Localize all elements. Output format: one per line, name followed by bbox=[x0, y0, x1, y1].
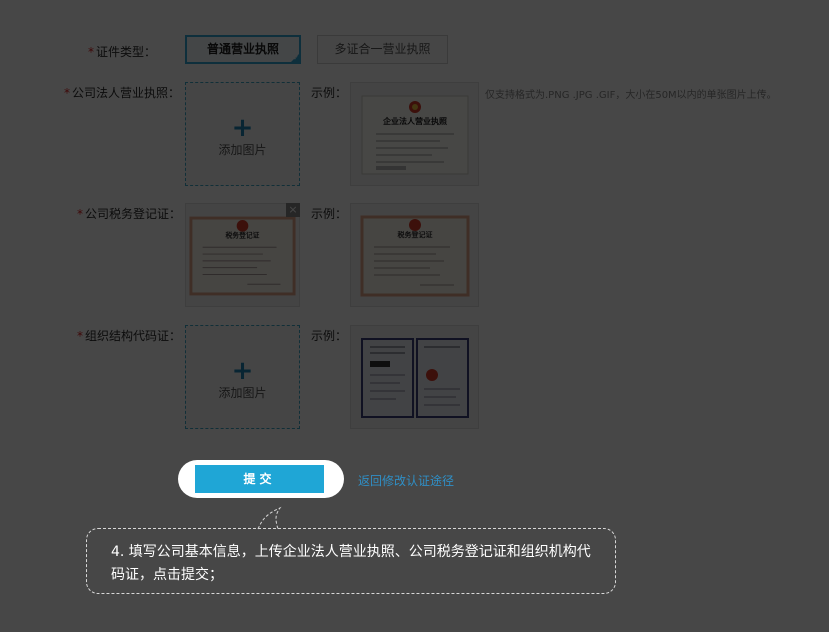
tax-sample-image: 税务登记证 bbox=[360, 215, 470, 297]
cert-type-label: * 证件类型： bbox=[88, 45, 157, 59]
tutorial-callout: 4. 填写公司基本信息，上传企业法人营业执照、公司税务登记证和组织机构代码证，点… bbox=[86, 528, 616, 594]
org-code-sample-image bbox=[361, 338, 469, 418]
business-license-example: 企业法人营业执照 bbox=[350, 82, 479, 186]
org-code-example bbox=[350, 325, 479, 429]
org-code-upload[interactable]: + 添加图片 bbox=[185, 325, 300, 429]
tax-sample-title: 税务登记证 bbox=[398, 230, 433, 239]
org-code-example-label: 示例： bbox=[311, 329, 348, 343]
tax-registration-label: * 公司税务登记证： bbox=[77, 207, 182, 221]
cert-type-multi-option[interactable]: 多证合一营业执照 bbox=[317, 35, 448, 64]
license-sample-image: 企业法人营业执照 bbox=[361, 95, 469, 175]
license-sample-title: 企业法人营业执照 bbox=[382, 116, 447, 126]
upload-format-hint: 仅支持格式为.PNG .JPG .GIF，大小在50M以内的单张图片上传。 bbox=[485, 90, 777, 101]
tax-registration-example-label: 示例： bbox=[311, 207, 348, 221]
business-license-label: * 公司法人营业执照： bbox=[64, 86, 181, 100]
remove-image-icon[interactable]: × bbox=[286, 203, 300, 217]
tax-uploaded-title: 税务登记证 bbox=[226, 231, 260, 240]
submit-spotlight: 提交 bbox=[178, 460, 344, 498]
callout-tail-icon bbox=[257, 506, 282, 530]
plus-icon: + bbox=[231, 113, 254, 143]
org-code-label: * 组织结构代码证： bbox=[77, 329, 182, 343]
plus-icon: + bbox=[231, 356, 254, 386]
check-icon: ✓ bbox=[293, 54, 299, 62]
business-license-example-label: 示例： bbox=[311, 86, 348, 100]
business-license-upload[interactable]: + 添加图片 bbox=[185, 82, 300, 186]
tax-cert-uploaded-image: 税务登记证 bbox=[189, 216, 296, 296]
tutorial-step-text: 4. 填写公司基本信息，上传企业法人营业执照、公司税务登记证和组织机构代码证，点… bbox=[111, 544, 591, 583]
tax-registration-example: 税务登记证 bbox=[350, 203, 479, 307]
tax-registration-uploaded-image[interactable]: 税务登记证 × bbox=[185, 203, 300, 307]
back-to-modify-link[interactable]: 返回修改认证途径 bbox=[358, 472, 454, 489]
submit-button[interactable]: 提交 bbox=[195, 465, 324, 493]
cert-type-standard-option[interactable]: 普通营业执照 ✓ bbox=[185, 35, 301, 64]
